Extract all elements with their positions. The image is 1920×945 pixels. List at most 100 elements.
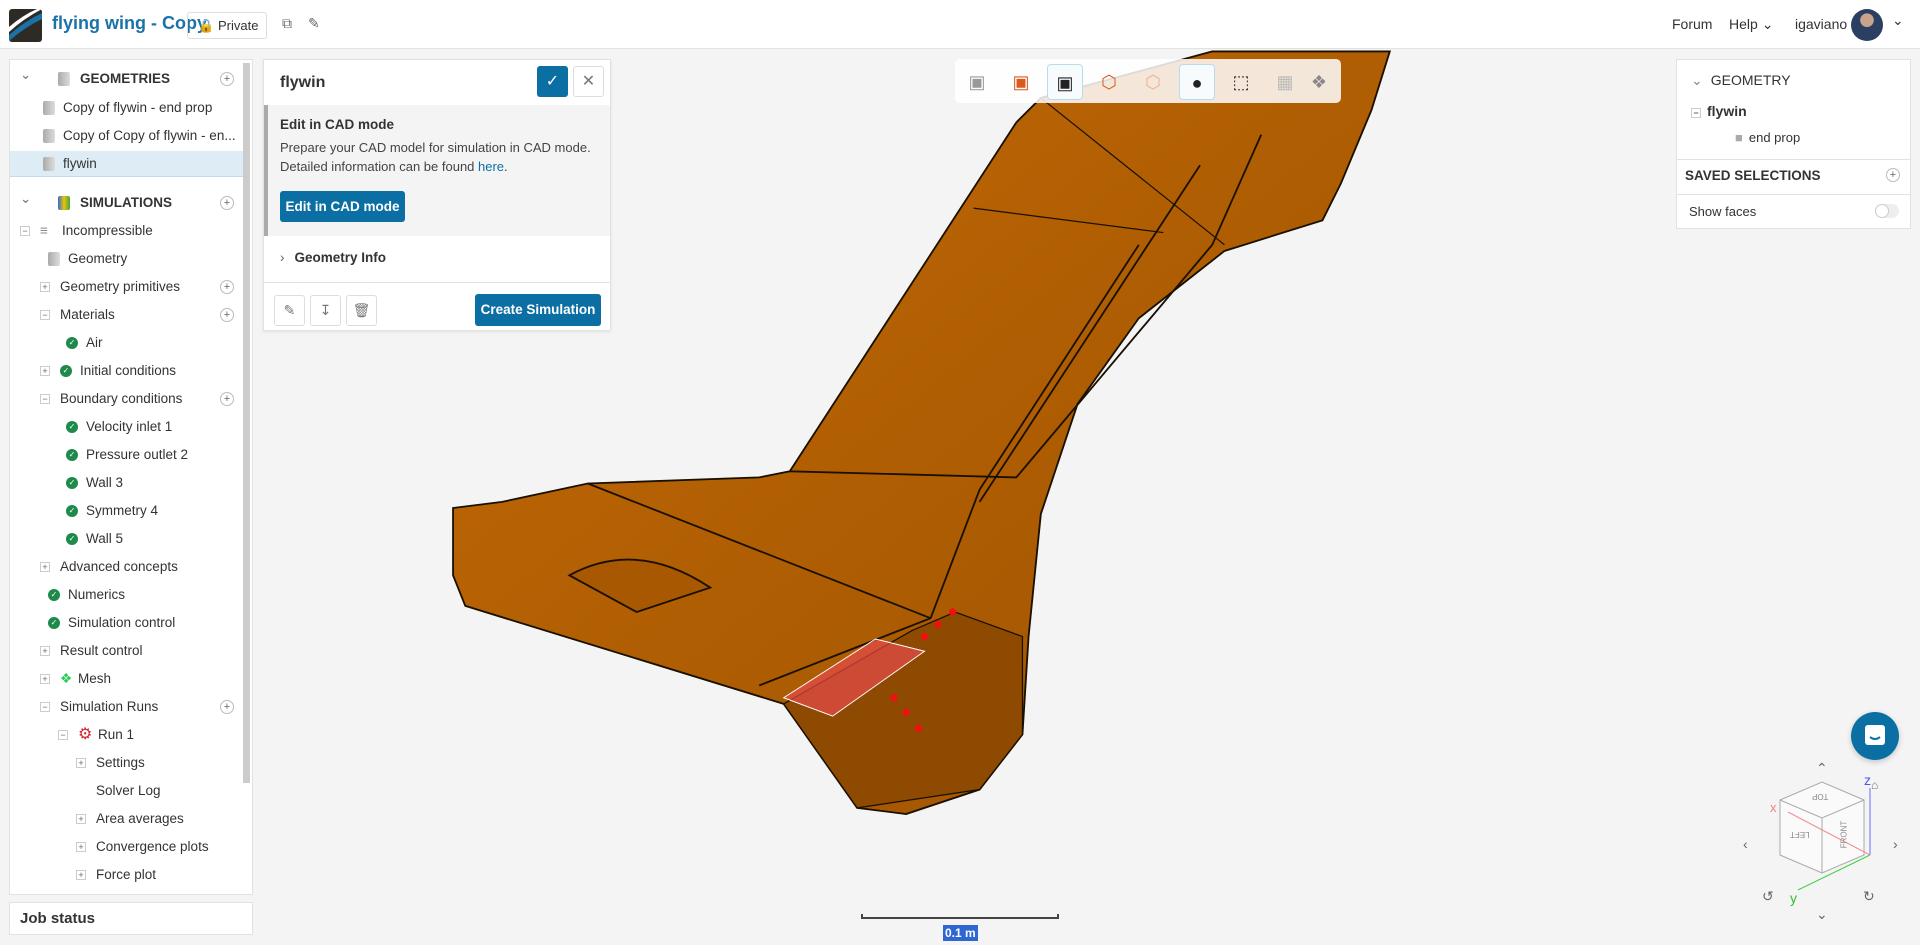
select-faces-icon[interactable]: ▣ [1047, 64, 1083, 100]
solid-faces-icon[interactable]: ▣ [1003, 64, 1039, 100]
tree-item-solver-log[interactable]: Solver Log [10, 778, 246, 804]
copy-icon[interactable]: ⧉ [282, 15, 292, 32]
chevron-down-icon[interactable]: ⌄ [20, 186, 31, 212]
cube-face-top[interactable]: TOP [1812, 792, 1828, 801]
username[interactable]: igaviano [1795, 16, 1847, 32]
avatar[interactable] [1851, 9, 1883, 41]
tree-item-settings[interactable]: + Settings [10, 750, 246, 776]
download-button[interactable]: ↧ [310, 295, 341, 326]
add-button[interactable]: + [220, 308, 234, 322]
help-menu[interactable]: Help ⌄ [1729, 16, 1773, 33]
collapse-toggle[interactable]: − [1691, 108, 1701, 118]
collapse-icon[interactable]: − [58, 730, 68, 740]
rotate-left-icon[interactable]: ‹ [1743, 836, 1748, 852]
home-icon[interactable]: ⌂ [1871, 778, 1878, 792]
add-button[interactable]: + [220, 280, 234, 294]
view-mode-cube-icon[interactable]: ▣ [959, 64, 995, 100]
tree-item-simulation-runs[interactable]: − Simulation Runs + [10, 694, 246, 720]
box-select-icon[interactable]: ⬚ [1223, 64, 1259, 100]
tree-item-incompressible[interactable]: − ≡ Incompressible [10, 218, 246, 244]
close-button[interactable]: ✕ [573, 66, 604, 97]
section-simulations[interactable]: ⌄ SIMULATIONS + [10, 190, 246, 216]
tree-item-force-plot[interactable]: + Force plot [10, 862, 246, 888]
expand-icon[interactable]: + [76, 758, 86, 768]
rotate-up-icon[interactable]: ⌃ [1816, 760, 1828, 777]
tree-scrollbar[interactable] [243, 63, 250, 783]
show-faces-toggle[interactable] [1875, 204, 1899, 218]
chevron-down-icon[interactable]: ⌄ [20, 62, 31, 88]
measure-tape-icon[interactable]: ❖ [1301, 64, 1337, 100]
tree-root-flywin[interactable]: − flywin [1691, 103, 1747, 119]
forum-link[interactable]: Forum [1672, 16, 1712, 32]
tree-item-convergence-plots[interactable]: + Convergence plots [10, 834, 246, 860]
tree-item-flywin[interactable]: flywin [10, 151, 246, 177]
point-pin-icon[interactable]: ● [1179, 64, 1215, 100]
tree-item-copy-of-flywin-end-prop[interactable]: Copy of flywin - end prop [10, 95, 246, 121]
tree-item-advanced-concepts[interactable]: + Advanced concepts [10, 554, 246, 580]
add-selection-button[interactable]: + [1886, 168, 1900, 182]
tree-item-result-control[interactable]: + Result control [10, 638, 246, 664]
collapse-icon[interactable]: − [40, 702, 50, 712]
mesh-cube-icon[interactable]: ▦ [1267, 64, 1303, 100]
tree-item-initial-conditions[interactable]: + ✓ Initial conditions [10, 358, 246, 384]
collapse-icon[interactable]: − [20, 226, 30, 236]
tree-item-area-averages[interactable]: + Area averages [10, 806, 246, 832]
cube-face-front[interactable]: FRONT [1839, 821, 1848, 849]
chat-support-button[interactable] [1851, 712, 1899, 760]
expand-icon[interactable]: + [40, 282, 50, 292]
tree-item-symmetry-4[interactable]: ✓ Symmetry 4 [10, 498, 246, 524]
add-button[interactable]: + [220, 196, 234, 210]
rotate-down-icon[interactable]: ⌄ [1816, 906, 1828, 923]
expand-icon[interactable]: + [76, 842, 86, 852]
tree-item-copy-of-copy-of-flywin-en[interactable]: Copy of Copy of flywin - en... [10, 123, 246, 149]
job-status-panel[interactable]: Job status [9, 902, 253, 935]
add-button[interactable]: + [220, 392, 234, 406]
app-logo[interactable] [9, 9, 42, 42]
edit-button[interactable]: ✎ [274, 295, 305, 326]
select-vertices-icon[interactable]: ⬡ [1091, 64, 1127, 100]
edit-in-cad-button[interactable]: Edit in CAD mode [280, 191, 405, 222]
expand-icon[interactable]: + [40, 562, 50, 572]
delete-button[interactable]: 🗑 [346, 295, 377, 326]
collapse-icon[interactable]: − [40, 310, 50, 320]
collapse-icon[interactable]: − [40, 394, 50, 404]
help-link[interactable]: here [478, 159, 504, 174]
expand-icon[interactable]: + [40, 674, 50, 684]
tree-item-run-1[interactable]: − ⚙ Run 1 [10, 722, 246, 748]
tree-item-end-prop[interactable]: ■ end prop [1735, 130, 1800, 145]
add-button[interactable]: + [220, 72, 234, 86]
geometry-info-toggle[interactable]: › Geometry Info [280, 250, 386, 265]
tree-item-materials[interactable]: − Materials + [10, 302, 246, 328]
tree-item-numerics[interactable]: ✓ Numerics [10, 582, 246, 608]
tree-item-air[interactable]: ✓ Air [10, 330, 246, 356]
expand-icon[interactable]: + [40, 366, 50, 376]
tree-item-simulation-control[interactable]: ✓ Simulation control [10, 610, 246, 636]
user-menu-chevron-icon[interactable]: ⌄ [1892, 12, 1904, 29]
rotate-cw-icon[interactable]: ↻ [1863, 888, 1875, 905]
expand-icon[interactable]: + [76, 814, 86, 824]
confirm-button[interactable]: ✓ [537, 66, 568, 97]
tree-item-geometry-primitives[interactable]: + Geometry primitives + [10, 274, 246, 300]
transparent-icon[interactable]: ⬡ [1135, 64, 1171, 100]
rotate-ccw-icon[interactable]: ↺ [1762, 888, 1774, 905]
expand-icon[interactable]: + [40, 646, 50, 656]
tree-item-boundary-conditions[interactable]: − Boundary conditions + [10, 386, 246, 412]
geometry-header[interactable]: ⌄ GEOMETRY [1691, 72, 1791, 89]
rotate-right-icon[interactable]: › [1893, 836, 1898, 852]
expand-icon[interactable]: + [76, 870, 86, 880]
privacy-button[interactable]: 🔒 Private [187, 12, 267, 39]
project-title[interactable]: flying wing - Copy [52, 13, 207, 34]
cube-face-left[interactable]: LEFT [1790, 830, 1810, 839]
geometry-info-label: Geometry Info [294, 250, 387, 265]
add-button[interactable]: + [220, 700, 234, 714]
tree-item-geometry[interactable]: Geometry [10, 246, 246, 272]
create-simulation-button[interactable]: Create Simulation [475, 294, 601, 326]
section-geometries[interactable]: ⌄ GEOMETRIES + [10, 66, 246, 92]
tree-item-mesh[interactable]: + ❖ Mesh [10, 666, 246, 692]
edit-pencil-icon[interactable]: ✎ [308, 15, 320, 32]
tree-item-label: Mesh [78, 671, 112, 686]
tree-item-velocity-inlet-1[interactable]: ✓ Velocity inlet 1 [10, 414, 246, 440]
tree-item-pressure-outlet-2[interactable]: ✓ Pressure outlet 2 [10, 442, 246, 468]
tree-item-wall-5[interactable]: ✓ Wall 5 [10, 526, 246, 552]
tree-item-wall-3[interactable]: ✓ Wall 3 [10, 470, 246, 496]
